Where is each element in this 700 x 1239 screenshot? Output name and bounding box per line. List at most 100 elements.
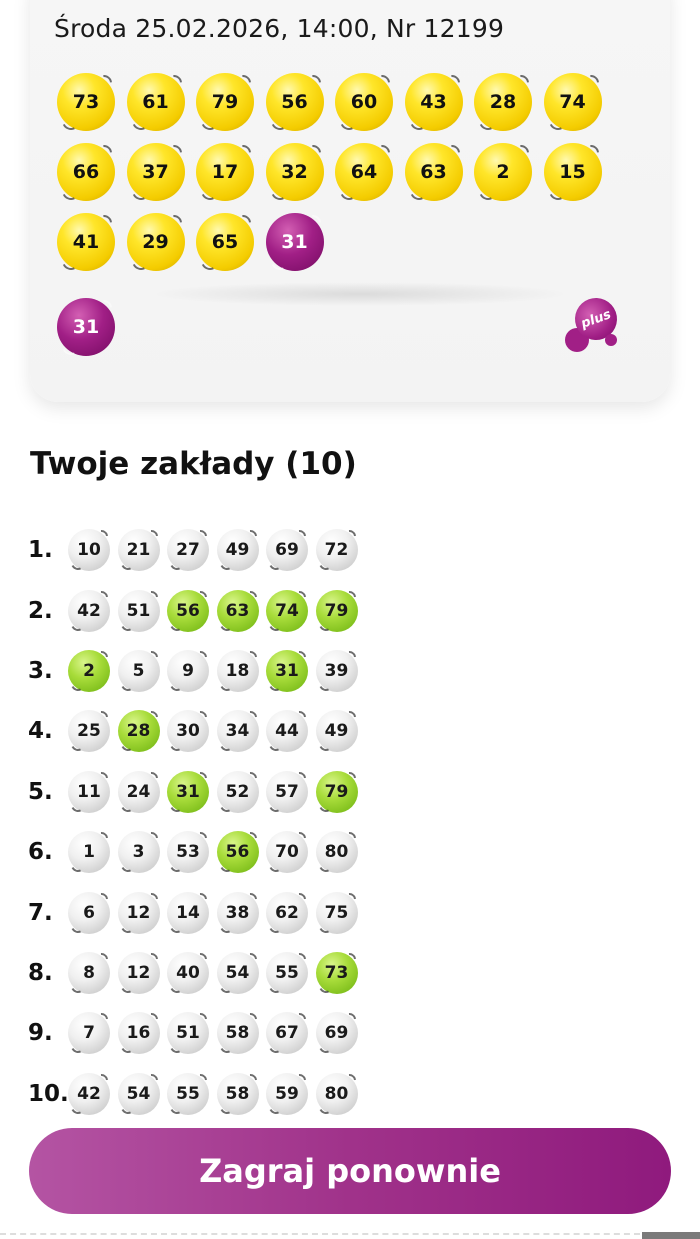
card-shadow <box>150 282 570 306</box>
bet-index: 6. <box>28 839 53 866</box>
bet-ball: 24 <box>117 770 160 813</box>
drawn-ball-number: 17 <box>211 161 239 183</box>
bet-row: 2. 42 51 56 63 74 79 <box>28 580 428 640</box>
bet-ball-number: 55 <box>176 1083 200 1104</box>
drawn-ball: 37 <box>126 143 185 201</box>
bet-ball-hit: 73 <box>315 951 358 994</box>
scroll-indicator <box>642 1232 700 1239</box>
bet-ball: 30 <box>167 710 209 753</box>
bet-ball-number: 59 <box>275 1083 299 1104</box>
drawn-ball: 15 <box>543 143 602 201</box>
bet-ball-number: 55 <box>275 962 299 983</box>
bet-ball: 3 <box>117 831 160 874</box>
bet-ball-number: 58 <box>225 1083 250 1104</box>
bet-ball-number: 14 <box>176 902 200 923</box>
bet-ball: 75 <box>315 891 358 934</box>
bet-ball: 72 <box>315 529 358 572</box>
bet-row: 8. 8 12 40 54 55 73 <box>28 943 428 1003</box>
bet-balls: 11 24 31 52 57 79 <box>68 770 358 813</box>
drawn-ball-number: 79 <box>211 91 239 113</box>
drawn-ball-number: 41 <box>72 231 100 253</box>
bet-balls: 8 12 40 54 55 73 <box>68 951 358 994</box>
drawn-ball-number: 32 <box>281 161 308 183</box>
drawn-ball: 60 <box>335 73 393 131</box>
bet-row: 5. 11 24 31 52 57 79 <box>28 762 428 822</box>
bet-row: 6. 1 3 53 56 70 80 <box>28 822 428 882</box>
bet-ball-hit: 31 <box>167 770 209 813</box>
bet-ball-number: 49 <box>324 721 349 742</box>
bet-ball-number: 80 <box>324 1083 349 1104</box>
bet-ball: 80 <box>315 1072 358 1115</box>
bet-ball-number: 31 <box>275 660 299 681</box>
bet-balls: 42 51 56 63 74 79 <box>68 589 358 632</box>
drawn-ball-number: 28 <box>489 91 517 113</box>
bet-ball-number: 8 <box>83 962 95 983</box>
bet-row: 9. 7 16 51 58 67 69 <box>28 1003 428 1063</box>
bet-ball-number: 11 <box>77 781 101 802</box>
bet-balls: 6 12 14 38 62 75 <box>68 891 358 934</box>
bet-index: 3. <box>28 657 53 684</box>
bet-ball-number: 3 <box>132 842 145 863</box>
bet-ball-number: 67 <box>275 1023 299 1044</box>
bet-ball-number: 54 <box>126 1083 151 1104</box>
bet-ball-number: 70 <box>275 842 299 863</box>
drawn-ball-number: 56 <box>281 91 308 113</box>
bet-index: 10. <box>28 1080 69 1107</box>
play-again-button[interactable]: Zagraj ponownie <box>29 1128 671 1214</box>
bet-ball-number: 39 <box>324 660 349 681</box>
bet-ball-hit: 79 <box>315 589 358 632</box>
bet-ball: 57 <box>266 770 308 813</box>
bet-ball: 18 <box>216 649 259 692</box>
bet-ball-number: 73 <box>324 962 349 983</box>
bet-ball: 27 <box>167 529 209 572</box>
plus-logo-text: plus <box>578 306 614 332</box>
bet-row: 1. 10 21 27 49 69 72 <box>28 520 428 580</box>
bet-ball-number: 21 <box>126 540 151 561</box>
plus-logo-icon: plus <box>563 292 625 354</box>
bet-ball-number: 56 <box>225 842 250 863</box>
bet-ball-number: 57 <box>275 781 299 802</box>
drawn-numbers-grid: 73 61 79 56 60 43 28 74 66 37 17 32 64 63 2 15 41 29 65 31 <box>57 73 617 271</box>
bet-row: 10. 42 54 55 58 59 80 <box>28 1064 428 1124</box>
drawn-ball: 31 <box>265 213 324 271</box>
bet-ball: 7 <box>68 1012 110 1055</box>
drawn-ball-number: 74 <box>559 91 586 113</box>
bet-index: 8. <box>28 959 53 986</box>
bet-ball-number: 24 <box>126 781 151 802</box>
drawn-ball: 65 <box>196 213 254 271</box>
bet-ball-number: 12 <box>126 962 151 983</box>
bet-ball-number: 72 <box>324 540 349 561</box>
bet-ball: 42 <box>68 589 110 632</box>
bet-ball: 55 <box>266 951 308 994</box>
drawn-ball: 74 <box>543 73 602 131</box>
bet-ball: 54 <box>117 1072 160 1115</box>
bet-ball-number: 75 <box>324 902 349 923</box>
bet-ball-hit: 63 <box>216 589 259 632</box>
bet-ball: 69 <box>266 529 308 572</box>
drawn-ball: 64 <box>335 143 393 201</box>
bet-ball-number: 6 <box>83 902 95 923</box>
bet-ball-number: 69 <box>324 1023 349 1044</box>
bet-ball: 52 <box>216 770 259 813</box>
bet-ball: 62 <box>266 891 308 934</box>
bet-index: 4. <box>28 718 53 745</box>
bet-ball: 21 <box>117 529 160 572</box>
bet-ball: 25 <box>68 710 110 753</box>
plus-ball-number: 31 <box>72 316 100 338</box>
bet-balls: 2 5 9 18 31 39 <box>68 649 358 692</box>
drawn-ball: 32 <box>265 143 324 201</box>
drawn-ball: 61 <box>126 73 185 131</box>
bet-ball-number: 79 <box>324 781 349 802</box>
bet-ball-number: 62 <box>275 902 299 923</box>
drawn-ball-number: 65 <box>211 231 239 253</box>
bets-list: 1. 10 21 27 49 69 72 2. 42 51 56 63 74 79 3. 2 5 9 18 31 39 4… <box>28 520 428 1124</box>
drawn-ball: 41 <box>57 213 115 271</box>
bet-ball-number: 74 <box>275 600 299 621</box>
bet-balls: 25 28 30 34 44 49 <box>68 710 358 753</box>
bet-ball: 39 <box>315 649 358 692</box>
bet-ball-number: 31 <box>176 781 200 802</box>
bet-ball-number: 42 <box>77 1083 101 1104</box>
drawn-ball-number: 15 <box>559 161 586 183</box>
bet-ball-number: 42 <box>77 600 101 621</box>
plus-logo-dot <box>605 334 617 346</box>
